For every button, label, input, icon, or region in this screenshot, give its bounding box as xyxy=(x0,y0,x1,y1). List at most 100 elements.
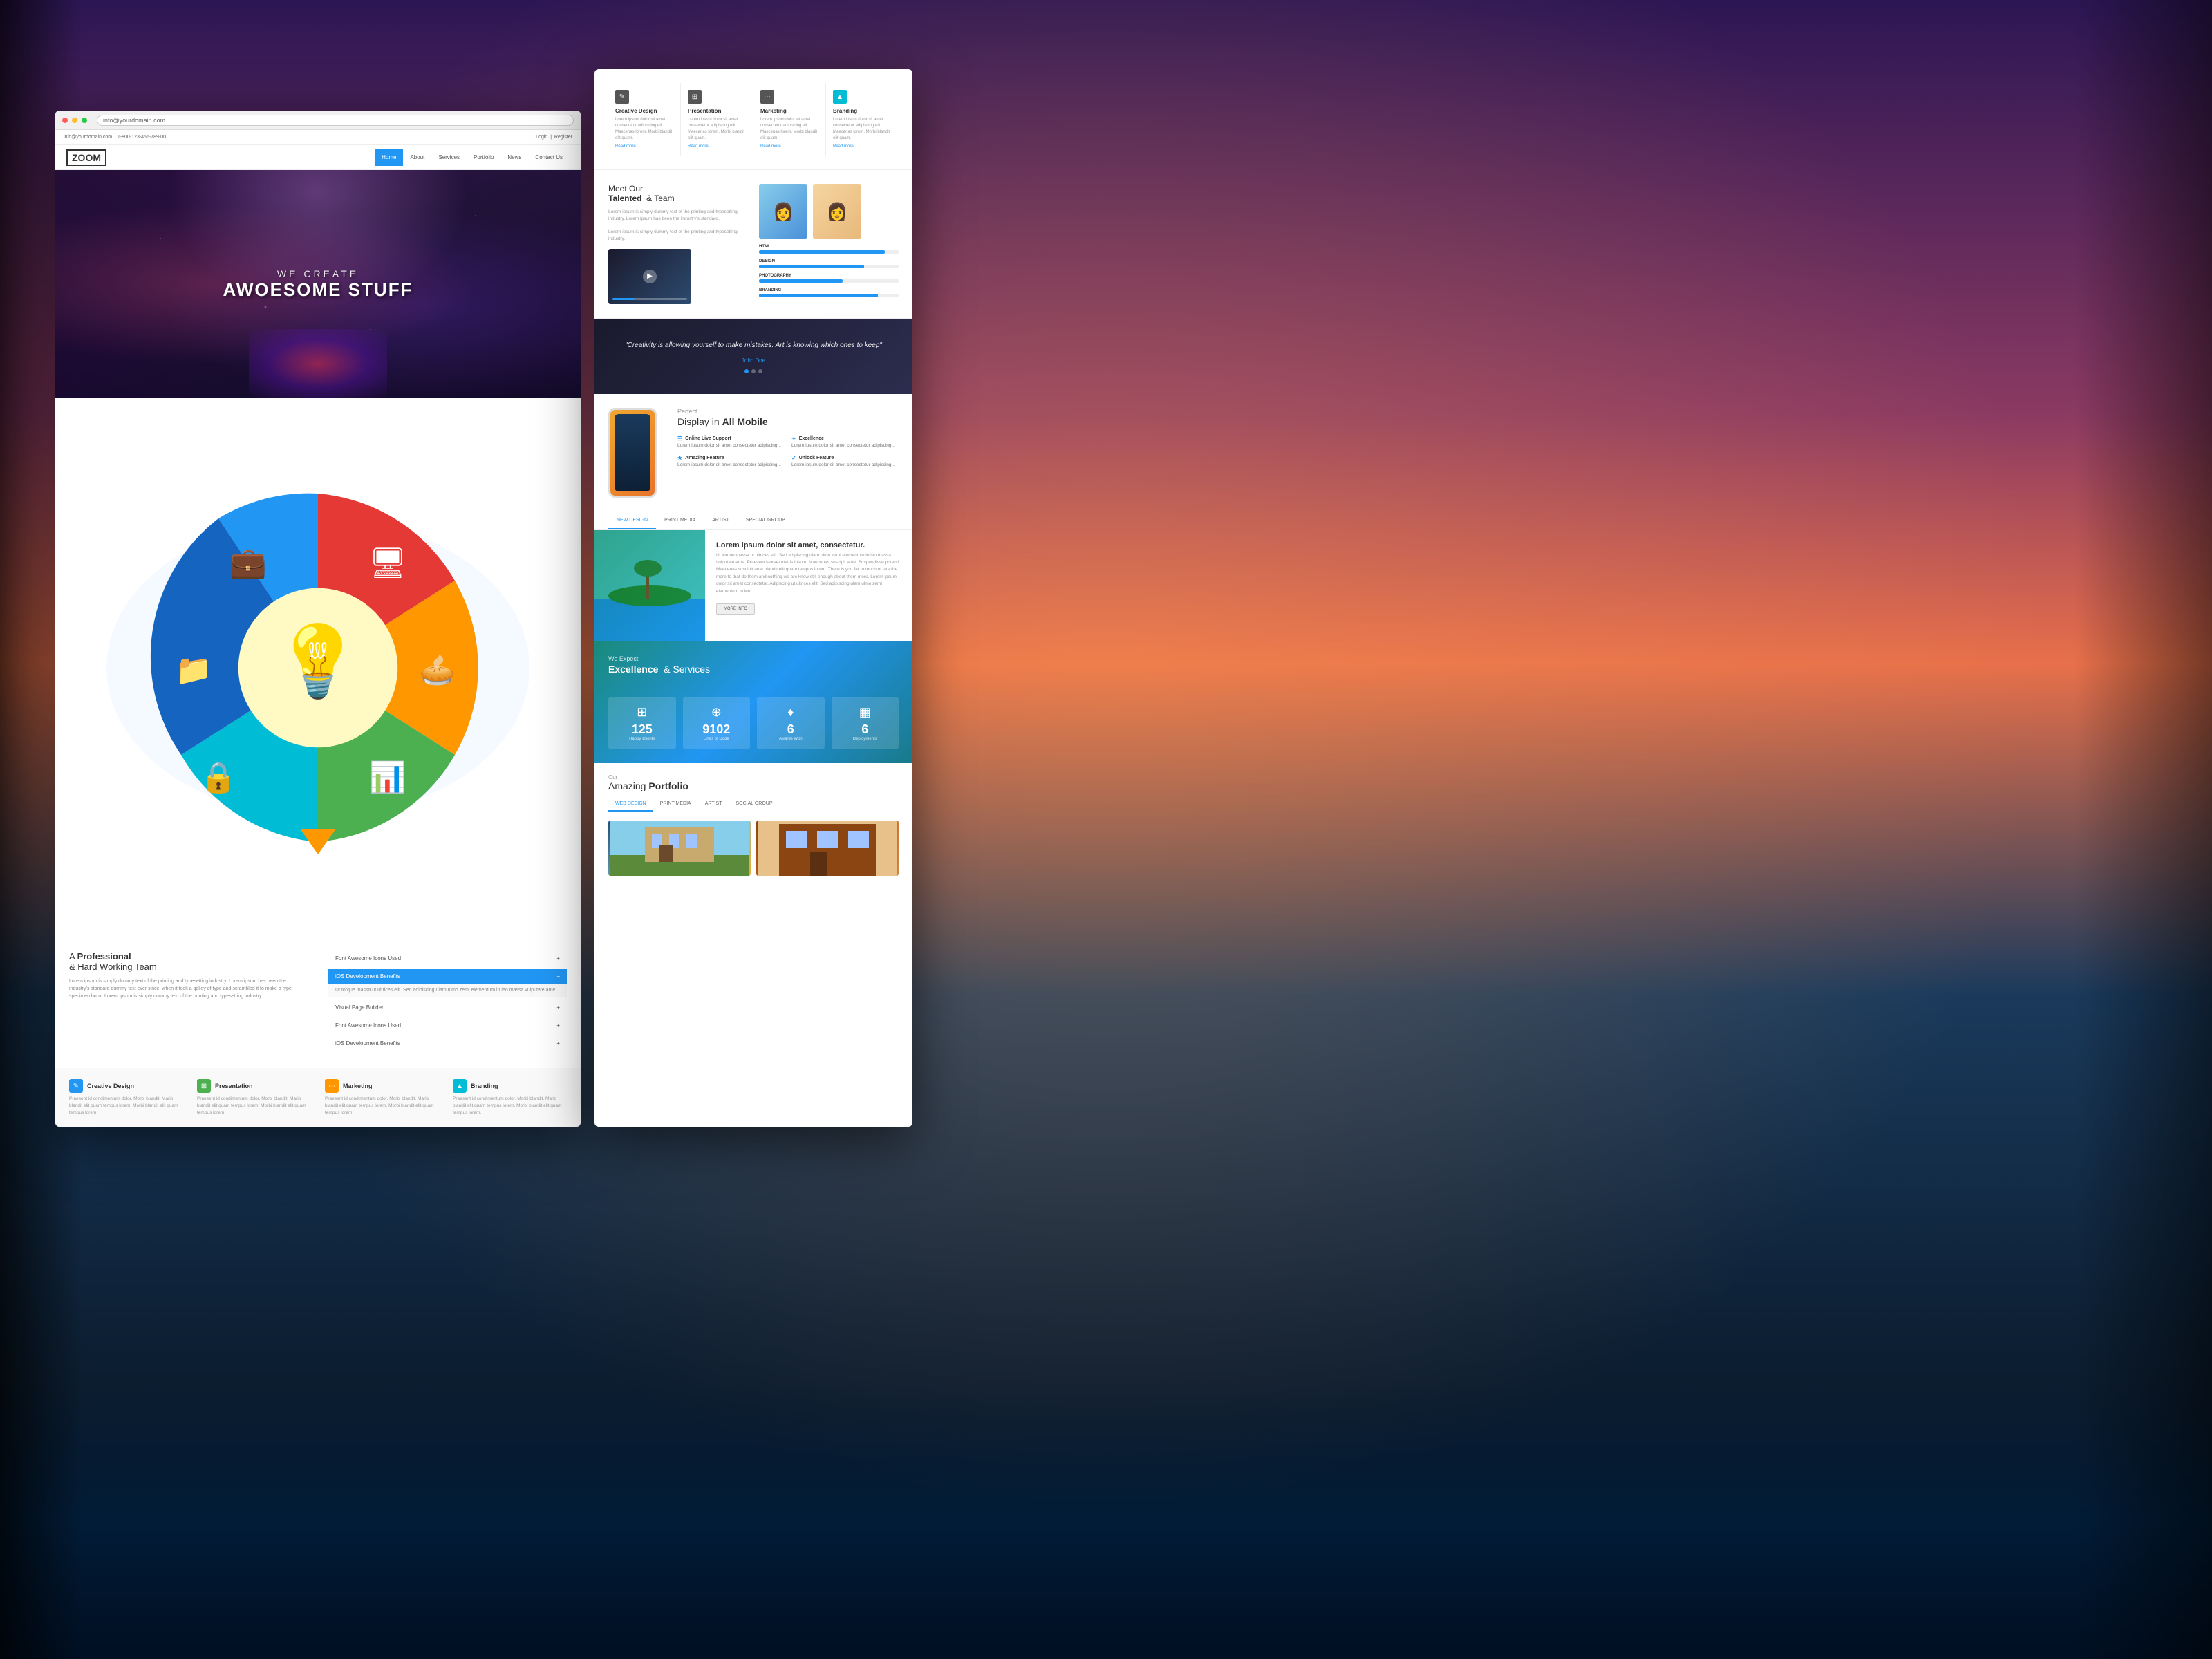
stat-lines-of-code: ⊕ 9102 Lines of Code xyxy=(683,697,751,749)
portfolio-filter-tabs: NEW DESIGN PRINT MEDIA ARTIST SPECIAL GR… xyxy=(594,512,912,530)
port-tab-web[interactable]: WEB DESIGN xyxy=(608,797,653,812)
quote-dot-3[interactable] xyxy=(758,369,762,373)
port-tab-artist[interactable]: ARTIST xyxy=(698,797,729,812)
nav-contact[interactable]: Contact Us xyxy=(528,149,570,166)
tab-new-design[interactable]: NEW DESIGN xyxy=(608,512,656,529)
service-title-3: Marketing xyxy=(760,108,818,114)
browser-maximize-button[interactable] xyxy=(82,118,87,123)
video-thumbnail[interactable]: ▶ xyxy=(608,249,691,304)
stat-label-2: Lines of Code xyxy=(688,737,745,741)
accordion-header-2[interactable]: iOS Development Benefits − xyxy=(328,969,567,984)
portfolio-image-1[interactable] xyxy=(608,821,751,876)
service-link-3[interactable]: Read more xyxy=(760,144,818,149)
team-left-content: A Professional & Hard Working Team Lorem… xyxy=(69,951,308,1054)
accordion-header-4[interactable]: Font Awesome Icons Used + xyxy=(328,1018,567,1033)
tab-special-group[interactable]: SPECIAL GROUP xyxy=(738,512,794,529)
portfolio-image-2[interactable] xyxy=(756,821,899,876)
skill-label-photography: PHOTOGRAPHY xyxy=(759,274,899,278)
stat-number-2: 9102 xyxy=(688,722,745,737)
port-tab-print[interactable]: PRINT MEDIA xyxy=(653,797,698,812)
mobile-feature-icon-2: ✧ xyxy=(791,435,796,442)
mobile-section: Perfect Display in All Mobile ☰ Online L… xyxy=(594,394,912,512)
service-branding: ▲ Branding Lorem ipsum dolor sit amet co… xyxy=(826,83,899,156)
topbar-phone: 1-800-123-456-789-00 xyxy=(118,135,166,140)
center-bulb-icon: 💡 xyxy=(274,621,362,701)
team-photos: 👩 👩 xyxy=(759,184,899,239)
nav-services[interactable]: Services xyxy=(431,149,467,166)
segment-icon-5: 🔒 xyxy=(200,761,237,794)
service-link-1[interactable]: Read more xyxy=(615,144,673,149)
accordion-toggle-3[interactable]: + xyxy=(556,1004,560,1011)
service-marketing: ⋯ Marketing Lorem ipsum dolor sit amet c… xyxy=(753,83,826,156)
browser-close-button[interactable] xyxy=(62,118,68,123)
portfolio-more-info-button[interactable]: MORE INFO xyxy=(716,603,755,615)
accordion-toggle-4[interactable]: + xyxy=(556,1022,560,1029)
accordion-header-1[interactable]: Font Awesome Icons Used + xyxy=(328,951,567,966)
chart-pin xyxy=(301,830,335,854)
segment-icon-2: 🖥 xyxy=(368,547,406,580)
stat-number-3: 6 xyxy=(762,722,819,737)
accordion-header-5[interactable]: iOS Development Benefits + xyxy=(328,1036,567,1051)
accordion-toggle-5[interactable]: + xyxy=(556,1040,560,1047)
hero-text-block: WE CREATE AWOESOME STUFF xyxy=(223,268,413,301)
stat-icon-2: ⊕ xyxy=(688,705,745,720)
service-desc-4: Lorem ipsum dolor sit amet consectetur a… xyxy=(833,117,892,142)
skill-design: DESIGN xyxy=(759,259,899,268)
feature-title-4: Branding xyxy=(471,1082,498,1089)
service-link-2[interactable]: Read more xyxy=(688,144,746,149)
accordion-toggle-2[interactable]: − xyxy=(556,973,560,980)
hero-tagline: WE CREATE xyxy=(223,268,413,279)
stat-deployments: ▦ 6 Deployments xyxy=(832,697,899,749)
tab-artist[interactable]: ARTIST xyxy=(704,512,738,529)
nav-news[interactable]: News xyxy=(500,149,528,166)
excellence-text: We Expect Excellence & Services xyxy=(608,655,710,686)
excellence-section: We Expect Excellence & Services ⊞ 125 Ha… xyxy=(594,641,912,763)
portfolio-image-overlay xyxy=(594,530,705,641)
skill-html: HTML xyxy=(759,245,899,254)
quote-dot-1[interactable] xyxy=(744,369,749,373)
skill-bar-photography xyxy=(759,279,899,283)
accordion-label-2: iOS Development Benefits xyxy=(335,973,400,980)
meet-description-1: Lorem ipsum is simply dummy text of the … xyxy=(608,209,748,223)
nav-portfolio[interactable]: Portfolio xyxy=(467,149,500,166)
feature-icon-row-1: ✎ Creative Design xyxy=(69,1079,183,1093)
service-link-4[interactable]: Read more xyxy=(833,144,892,149)
port-tab-social[interactable]: SOCIAL GROUP xyxy=(729,797,780,812)
play-button[interactable]: ▶ xyxy=(643,270,657,283)
register-link[interactable]: Register xyxy=(554,135,572,140)
accordion-item-1: Font Awesome Icons Used + xyxy=(328,951,567,966)
meet-team-section: Meet Our Talented & Team Lorem ipsum is … xyxy=(594,170,912,319)
portfolio-item-content: Lorem ipsum dolor sit amet, consectetur.… xyxy=(705,530,912,641)
nav-home[interactable]: Home xyxy=(375,149,403,166)
services-section: ✎ Creative Design Lorem ipsum dolor sit … xyxy=(594,69,912,170)
accordion-label-3: Visual Page Builder xyxy=(335,1004,384,1011)
phone-mockup-container xyxy=(608,408,664,498)
tab-print-media[interactable]: PRINT MEDIA xyxy=(656,512,704,529)
skill-branding: BRANDING xyxy=(759,288,899,297)
door xyxy=(659,845,673,862)
skill-photography: PHOTOGRAPHY xyxy=(759,274,899,283)
accordion-toggle-1[interactable]: + xyxy=(556,955,560,962)
accordion-header-3[interactable]: Visual Page Builder + xyxy=(328,1000,567,1015)
team-section: A Professional & Hard Working Team Lorem… xyxy=(55,937,581,1068)
browser-address-bar[interactable]: info@yourdomain.com xyxy=(97,115,574,126)
stat-number-4: 6 xyxy=(837,722,894,737)
portfolio-images-grid xyxy=(608,821,899,876)
team-accordion: Font Awesome Icons Used + iOS Developmen… xyxy=(328,951,567,1054)
stat-happy-clients: ⊞ 125 Happy Clients xyxy=(608,697,676,749)
topbar-contact: info@yourdomain.com 1-800-123-456-789-00 xyxy=(64,135,166,140)
video-progress-bar xyxy=(612,298,687,300)
our-portfolio-section: Our Amazing Portfolio WEB DESIGN PRINT M… xyxy=(594,763,912,887)
quote-dot-2[interactable] xyxy=(751,369,756,373)
skill-label-html: HTML xyxy=(759,245,899,249)
nav-about[interactable]: About xyxy=(403,149,431,166)
marketing-icon: ⋯ xyxy=(325,1079,339,1093)
login-link[interactable]: Login xyxy=(536,135,547,140)
meet-description-2: Lorem ipsum is simply dummy text of the … xyxy=(608,229,748,243)
browser-minimize-button[interactable] xyxy=(72,118,77,123)
portfolio-item-title: Lorem ipsum dolor sit amet, consectetur. xyxy=(716,541,901,550)
quote-author: John Doe xyxy=(608,357,899,364)
branding-icon: ▲ xyxy=(453,1079,467,1093)
hero-splatter-effect xyxy=(249,329,387,398)
site-logo: ZOOM xyxy=(66,149,106,166)
